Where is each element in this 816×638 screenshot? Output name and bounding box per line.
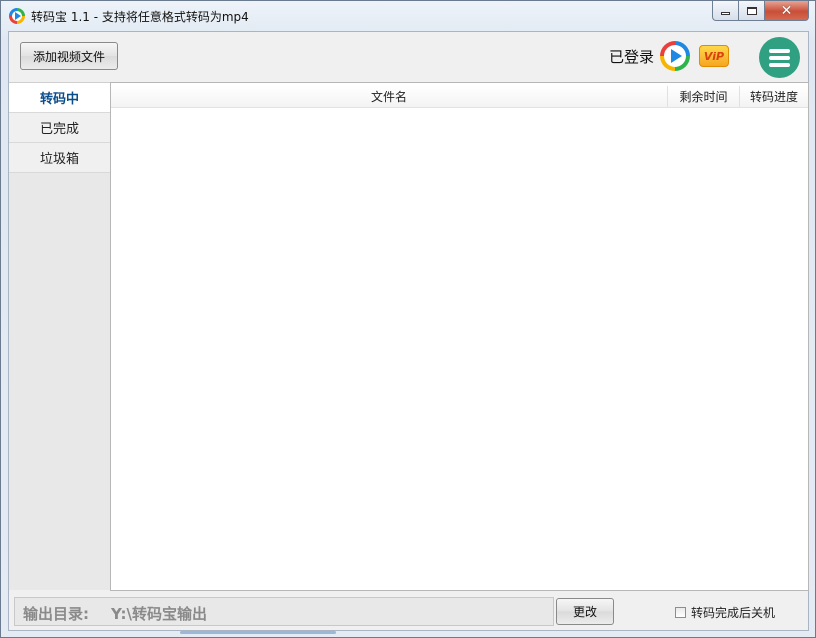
title-bar[interactable]: 转码宝 1.1 - 支持将任意格式转码为mp4 ✕ [1, 1, 815, 31]
shutdown-option[interactable]: 转码完成后关机 [675, 604, 775, 621]
maximize-icon [746, 6, 757, 15]
minimize-icon [721, 12, 730, 15]
sidebar-item-completed[interactable]: 已完成 [9, 113, 110, 143]
close-icon: ✕ [780, 2, 793, 19]
window-controls: ✕ [712, 1, 809, 21]
shutdown-checkbox[interactable] [675, 607, 686, 618]
file-list[interactable]: 文件名 剩余时间 转码进度 [110, 82, 809, 591]
app-window: 转码宝 1.1 - 支持将任意格式转码为mp4 ✕ 添加视频文件 已登录 ViP… [0, 0, 816, 638]
sidebar: 转码中 已完成 垃圾箱 [9, 82, 110, 590]
app-logo-icon [9, 8, 25, 24]
column-header-progress[interactable]: 转码进度 [740, 86, 808, 107]
column-header-filename[interactable]: 文件名 [111, 86, 668, 107]
play-logo-icon[interactable] [660, 41, 690, 71]
maximize-button[interactable] [739, 1, 765, 21]
shutdown-label: 转码完成后关机 [691, 606, 776, 620]
file-list-header: 文件名 剩余时间 转码进度 [111, 86, 808, 108]
output-dir-path: Y:\转码宝输出 [111, 605, 208, 623]
client-area: 添加视频文件 已登录 ViP 转码中 已完成 垃圾箱 文件名 剩余时间 转码进度… [8, 31, 809, 631]
sidebar-item-converting[interactable]: 转码中 [9, 83, 110, 113]
window-shadow-hint [180, 631, 336, 634]
add-video-button[interactable]: 添加视频文件 [20, 42, 118, 70]
change-dir-button[interactable]: 更改 [556, 598, 614, 625]
vip-badge-icon[interactable]: ViP [699, 45, 729, 67]
hamburger-menu-icon[interactable] [759, 37, 800, 78]
output-dir-label: 输出目录: [23, 605, 89, 623]
window-title: 转码宝 1.1 - 支持将任意格式转码为mp4 [31, 10, 249, 24]
bottom-bar: 输出目录: Y:\转码宝输出 更改 转码完成后关机 [9, 592, 808, 630]
column-header-remaining-time[interactable]: 剩余时间 [668, 86, 740, 107]
file-list-body[interactable] [111, 109, 808, 589]
sidebar-item-trash[interactable]: 垃圾箱 [9, 143, 110, 173]
login-status: 已登录 [609, 48, 655, 66]
close-button[interactable]: ✕ [765, 1, 809, 21]
output-dir-field: 输出目录: Y:\转码宝输出 [14, 597, 554, 626]
toolbar: 添加视频文件 已登录 ViP [9, 32, 808, 82]
minimize-button[interactable] [712, 1, 739, 21]
